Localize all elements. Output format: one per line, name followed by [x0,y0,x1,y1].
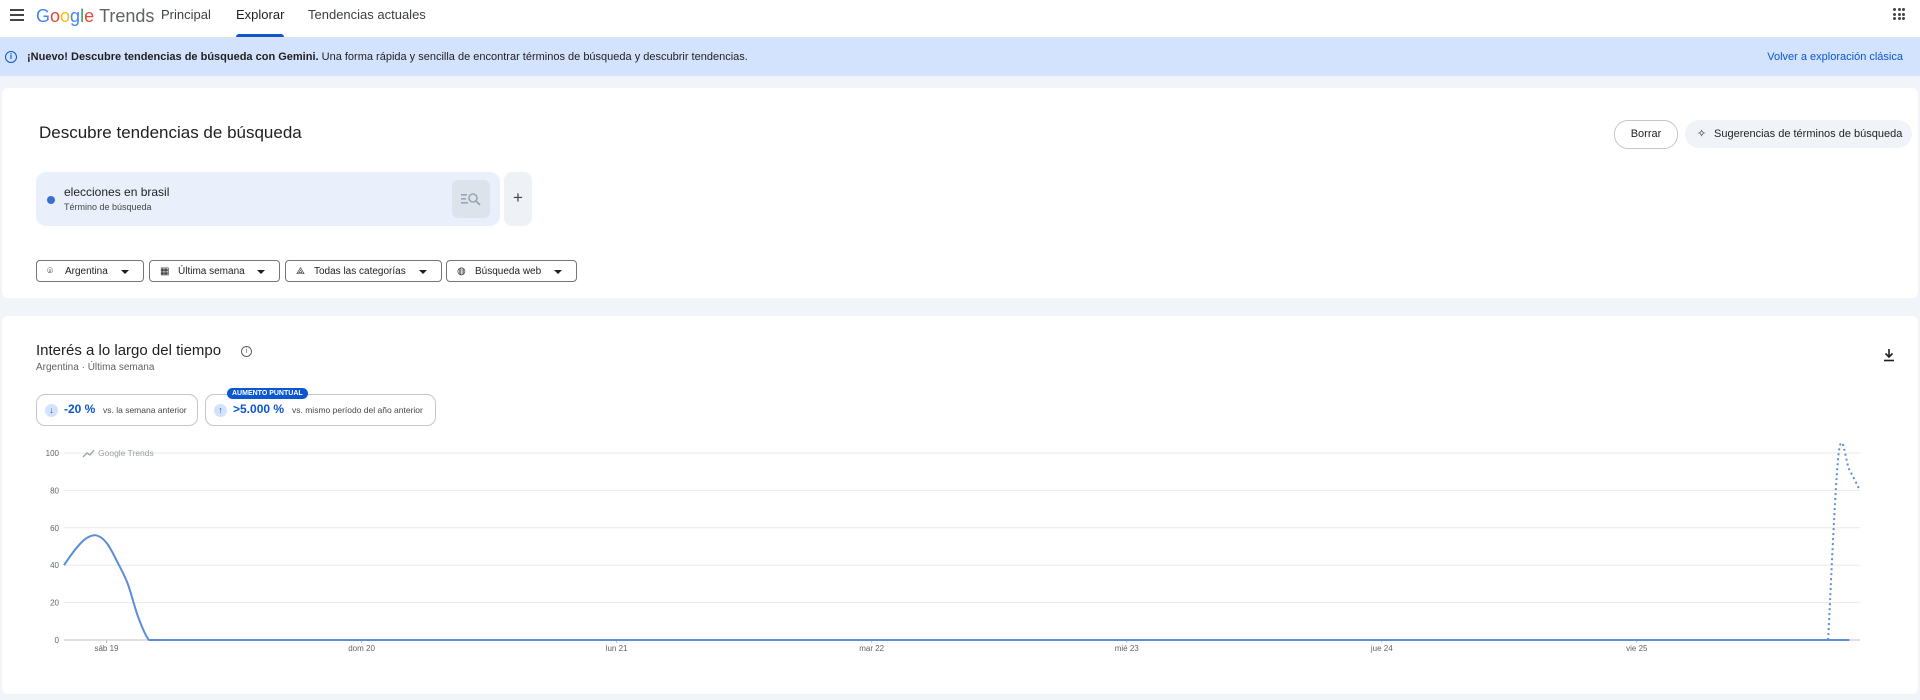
sparkle-icon: ✧ [1697,128,1707,140]
top-bar: Google Trends Principal Explorar Tendenci… [0,0,1920,38]
x-tick-label: jue 24 [1370,644,1393,653]
x-tick-label: lun 21 [606,644,628,653]
globe-icon: ◍ [457,266,466,277]
refine-search-icon [461,193,481,206]
filter-label: Última semana [178,266,245,277]
term-name: elecciones en brasil [64,185,170,199]
y-tick-label: 40 [50,561,59,570]
suggestions-button[interactable]: ✧ Sugerencias de términos de búsqueda [1685,120,1912,148]
calendar-icon: ▦ [160,266,170,277]
tab-explorar[interactable]: Explorar [236,0,285,37]
logo-letter: g [70,6,81,26]
y-tick-label: 100 [46,449,60,458]
chart-watermark: Google Trends [98,448,154,458]
interest-over-time-card: Interés a lo largo del tiempo i Argentin… [2,316,1918,694]
logo-letter: o [50,6,61,26]
chevron-down-icon [257,270,265,274]
add-term-button[interactable]: + [504,172,532,226]
clear-button[interactable]: Borrar [1614,120,1678,149]
suggestions-label: Sugerencias de términos de búsqueda [1714,128,1903,140]
term-color-dot [47,196,55,204]
chevron-down-icon [419,270,427,274]
filter-location[interactable]: ⌾ Argentina [36,260,144,282]
tab-principal[interactable]: Principal [161,0,211,37]
logo-trends-text: Trends [99,6,155,26]
filter-label: Todas las categorías [314,266,406,277]
chevron-down-icon [554,270,562,274]
x-tick-label: mié 23 [1115,644,1140,653]
banner-text: ¡Nuevo! Descubre tendencias de búsqueda … [27,38,748,76]
y-tick-label: 80 [50,486,59,495]
menu-icon[interactable] [10,9,24,21]
filter-label: Búsqueda web [475,266,542,277]
search-term-chip[interactable]: elecciones en brasil Término de búsqueda [36,172,500,226]
info-banner: i ¡Nuevo! Descubre tendencias de búsqued… [0,38,1920,76]
banner-bold-text: ¡Nuevo! Descubre tendencias de búsqueda … [27,51,319,63]
filter-label: Argentina [65,266,108,277]
tab-tendencias-actuales[interactable]: Tendencias actuales [308,0,426,37]
category-icon: ⟁ [296,266,305,277]
apps-grid-icon[interactable] [1893,8,1905,20]
x-tick-label: vie 25 [1626,644,1648,653]
refine-search-button[interactable] [452,180,490,218]
y-tick-label: 60 [50,524,59,533]
logo-letter: G [36,6,51,26]
chevron-down-icon [121,270,129,274]
classic-explore-link[interactable]: Volver a exploración clásica [1767,38,1903,76]
page-title: Descubre tendencias de búsqueda [39,123,302,142]
x-tick-label: mar 22 [859,644,884,653]
x-tick-label: sáb 19 [94,644,119,653]
banner-body-text: Una forma rápida y sencilla de encontrar… [318,51,748,63]
filter-search-type[interactable]: ◍ Búsqueda web [446,260,577,282]
filter-category[interactable]: ⟁ Todas las categorías [285,260,442,282]
series-partial-line [1827,441,1861,641]
logo-letter: e [84,6,95,26]
filter-time[interactable]: ▦ Última semana [149,260,280,282]
google-trends-logo[interactable]: Google Trends [36,5,154,27]
logo-letter: o [60,6,71,26]
x-tick-label: dom 20 [348,644,375,653]
interest-line-chart: 0 20 40 60 80 100 sáb 19 dom 20 lun 21 mar 22 mié … [46,441,1861,653]
info-icon: i [5,51,17,63]
location-pin-icon: ⌾ [47,266,53,277]
term-type: Término de búsqueda [64,202,152,212]
series-line [63,534,1850,641]
discover-card: Descubre tendencias de búsqueda Borrar ✧… [2,88,1918,298]
y-tick-label: 20 [50,599,59,608]
y-tick-label: 0 [55,636,60,645]
